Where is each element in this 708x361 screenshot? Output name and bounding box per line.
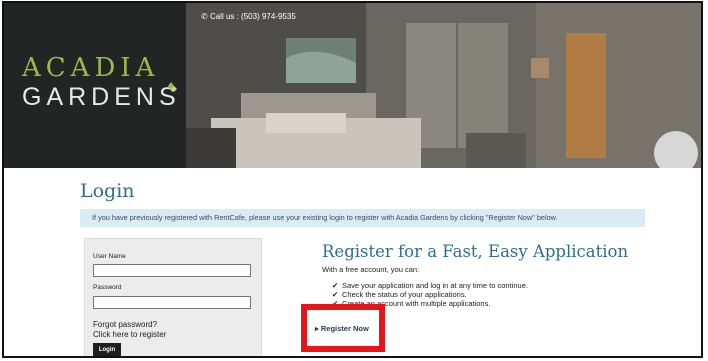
click-to-register-link[interactable]: Click here to register	[93, 330, 166, 339]
logo-panel: ACADIA GARDENS	[4, 3, 186, 168]
browser-frame: ACADIA GARDENS ✆ Call us: (503) 974-953…	[2, 1, 703, 358]
password-label: Password	[93, 284, 122, 291]
forgot-password-link[interactable]: Forgot password?	[93, 320, 157, 329]
call-us-number: Call us : (503) 974-9535	[209, 12, 296, 21]
bedroom-photo	[186, 3, 701, 168]
caret-right-icon: ▸	[315, 324, 319, 333]
list-item: ✔ Save your application and log in at any…	[332, 281, 528, 290]
benefit-text: Check the status of your applications.	[342, 290, 467, 299]
register-now-label: Register Now	[320, 324, 369, 333]
info-notice: If you have previously registered with R…	[80, 209, 645, 227]
login-button[interactable]: Login	[93, 343, 121, 356]
checkmark-icon: ✔	[332, 281, 339, 290]
password-input[interactable]	[93, 296, 251, 309]
register-heading: Register for a Fast, Easy Application	[322, 242, 629, 261]
leaf-logo-icon	[168, 82, 177, 92]
list-item: ✔ Check the status of your applications.	[332, 290, 528, 299]
checkmark-icon: ✔	[332, 290, 339, 299]
benefit-text: Save your application and log in at any …	[342, 281, 528, 290]
logo-text-acadia: ACADIA	[22, 53, 160, 83]
call-us-text: ✆ Call us : (503) 974-9535	[201, 12, 296, 21]
hero-header: ACADIA GARDENS ✆ Call us: (503) 974-953…	[4, 3, 701, 168]
login-form: User Name Password Forgot password? Clic…	[84, 238, 262, 356]
main-content: Login If you have previously registered …	[4, 168, 701, 356]
register-now-link[interactable]: ▸ Register Now	[315, 324, 369, 333]
register-subtitle: With a free account, you can:	[322, 265, 420, 274]
username-label: User Name	[93, 253, 126, 260]
page-title: Login	[80, 180, 135, 202]
register-now-highlight: ▸ Register Now	[301, 304, 385, 352]
logo-text-gardens: GARDENS	[22, 83, 181, 111]
phone-icon: ✆	[201, 12, 208, 21]
username-input[interactable]	[93, 264, 251, 277]
